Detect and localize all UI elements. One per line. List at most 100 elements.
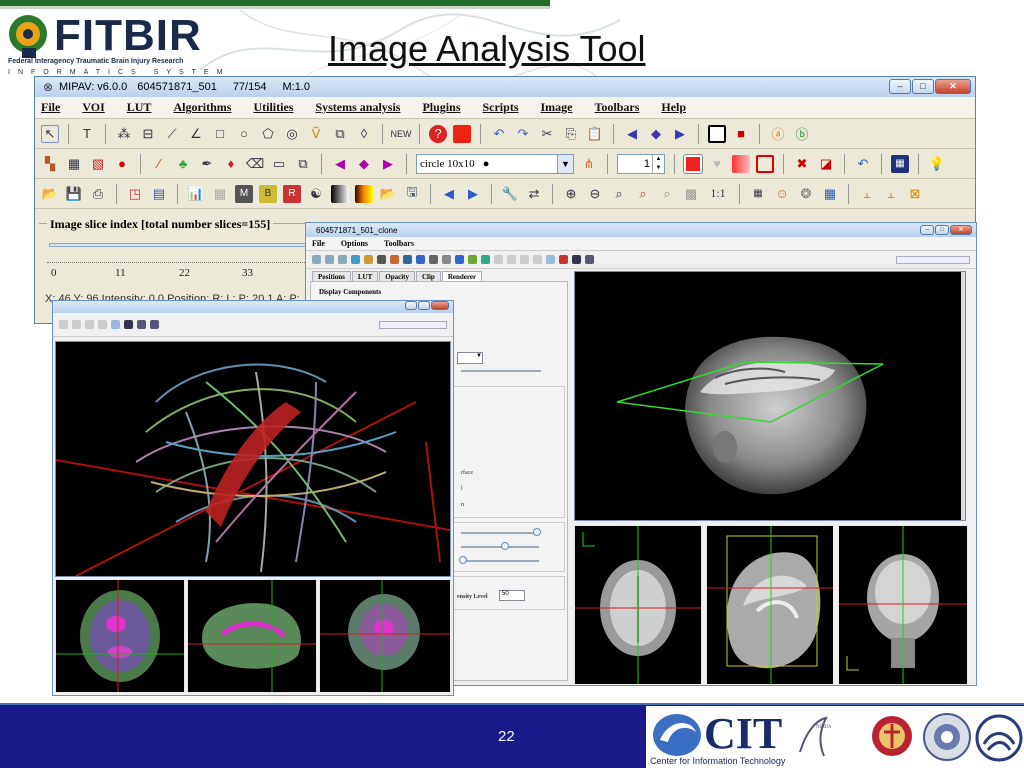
minimize-button[interactable]: –	[889, 79, 911, 94]
mini-tool-icon[interactable]	[390, 255, 399, 264]
ratio-label[interactable]: 1:1	[706, 185, 730, 203]
clone-menu-file[interactable]: File	[312, 239, 325, 248]
menu-image[interactable]: Image	[540, 100, 572, 115]
wrench-icon[interactable]: 🔧	[501, 185, 519, 203]
mini-tool-icon[interactable]	[338, 255, 347, 264]
brush-icon[interactable]: ⁄	[150, 155, 168, 173]
split-line-icon[interactable]: ⊟	[139, 125, 157, 143]
intensity-spinner[interactable]: 1 ▲ ▼	[617, 153, 665, 174]
close-button[interactable]: ✕	[935, 79, 971, 94]
dropper-icon[interactable]: ✒	[198, 155, 216, 173]
gradient-icon[interactable]	[732, 154, 750, 173]
renderer-slider[interactable]	[461, 370, 541, 372]
paint-mask-icon[interactable]: ▦	[65, 155, 83, 173]
menu-algorithms[interactable]: Algorithms	[173, 100, 231, 115]
maximize-button[interactable]: □	[912, 79, 934, 94]
mini-tool-icon[interactable]	[150, 320, 159, 329]
dti-close-button[interactable]	[431, 301, 449, 310]
clone-maximize-button[interactable]: □	[935, 225, 949, 235]
dti-axial-view[interactable]	[55, 579, 185, 693]
dti-minimize-button[interactable]	[405, 301, 417, 310]
paint-can-icon[interactable]: ♣	[174, 155, 192, 173]
menu-plugins[interactable]: Plugins	[422, 100, 460, 115]
sagittal-slice-view[interactable]	[706, 525, 834, 685]
tri-planar-icon[interactable]: ⫠	[858, 185, 876, 203]
mini-tool-icon[interactable]	[403, 255, 412, 264]
color-brush-icon[interactable]: ⋔	[580, 155, 598, 173]
mini-tool-icon[interactable]	[364, 255, 373, 264]
slider-1-knob[interactable]	[533, 528, 541, 536]
clone-titlebar[interactable]: 604571871_501_clone – □ ✕	[306, 223, 976, 237]
mini-tool-icon[interactable]	[455, 255, 464, 264]
paint-dot-icon[interactable]: ●	[113, 155, 131, 173]
spinner-arrows-icon[interactable]: ▲ ▼	[652, 154, 664, 173]
mini-tool-icon[interactable]	[520, 255, 529, 264]
menu-file[interactable]: File	[41, 100, 60, 115]
pointer-icon[interactable]: ↖	[41, 124, 59, 143]
slider-2-knob[interactable]	[501, 542, 509, 550]
zoom-in-icon[interactable]: ⊕	[562, 185, 580, 203]
cut-icon[interactable]: ✂	[538, 125, 556, 143]
mini-tool-icon[interactable]	[351, 255, 360, 264]
table-icon[interactable]: ▦	[211, 185, 229, 203]
point-icon[interactable]: ⁂	[115, 125, 133, 143]
commit-mask-icon[interactable]: ◪	[817, 155, 835, 173]
paint-grow-icon[interactable]: ▚	[41, 155, 59, 173]
menu-voi[interactable]: VOI	[82, 100, 104, 115]
paint-prev-icon[interactable]: ◀	[331, 155, 349, 173]
paint-next-icon[interactable]: ▶	[379, 155, 397, 173]
menu-help[interactable]: Help	[661, 100, 686, 115]
mini-tool-icon[interactable]	[416, 255, 425, 264]
clone-menu-options[interactable]: Options	[341, 239, 368, 248]
mini-tool-icon[interactable]	[507, 255, 516, 264]
copy-icon[interactable]: ⎘	[562, 125, 580, 143]
axial-slice-view[interactable]	[574, 525, 702, 685]
zoom-out-icon[interactable]: ⊖	[586, 185, 604, 203]
slice-slider-track[interactable]	[49, 243, 309, 247]
levelset-icon[interactable]: ◎	[283, 125, 301, 143]
save-icon[interactable]: 💾	[65, 185, 83, 203]
mini-tool-icon[interactable]	[85, 320, 94, 329]
new-voi-icon[interactable]: NEW	[391, 125, 412, 143]
mini-tool-icon[interactable]	[377, 255, 386, 264]
multi-frame-icon[interactable]: ▤	[150, 185, 168, 203]
ellipse-icon[interactable]: ○	[235, 125, 253, 143]
intensity-level-input[interactable]: 50	[499, 590, 525, 601]
paint-both-icon[interactable]: ◆	[355, 155, 373, 173]
checker-icon[interactable]: ▩	[682, 185, 700, 203]
brush-size-select[interactable]: circle 10x10 ● ▼	[416, 153, 574, 174]
voi-color-icon[interactable]	[453, 124, 471, 143]
eraser-icon[interactable]: ⌫	[246, 155, 264, 173]
slider-2-track[interactable]	[461, 546, 539, 548]
erase-slice-icon[interactable]: ▭	[270, 155, 288, 173]
zoom-fit-icon[interactable]: ⌕	[634, 185, 652, 203]
ungroup-voi-icon[interactable]: ⓑ	[793, 125, 811, 143]
rect-3d-icon[interactable]: ⧉	[331, 125, 349, 143]
swap-icon[interactable]: ⇄	[525, 185, 543, 203]
paste-icon[interactable]: 📋	[586, 125, 604, 143]
slider-3-track[interactable]	[461, 560, 539, 562]
mini-tool-icon[interactable]	[124, 320, 133, 329]
mini-tool-icon[interactable]	[572, 255, 581, 264]
commit-paint-icon[interactable]: ✖	[793, 155, 811, 173]
mini-tool-icon[interactable]	[325, 255, 334, 264]
mini-tool-icon[interactable]	[546, 255, 555, 264]
group-voi-icon[interactable]: ⓐ	[769, 125, 787, 143]
lut-r-icon[interactable]: R	[283, 184, 301, 203]
voi-both-icon[interactable]: ◆	[647, 125, 665, 143]
undo-paint-icon[interactable]: ↶	[854, 155, 872, 173]
arrow-right-icon[interactable]: ▶	[464, 185, 482, 203]
mini-tool-icon[interactable]	[312, 255, 321, 264]
grid-icon[interactable]: ▦	[821, 185, 839, 203]
renderer-select[interactable]: ▼	[457, 352, 483, 364]
tri-planar-2-icon[interactable]: ⫠	[882, 185, 900, 203]
mini-tool-icon[interactable]	[442, 255, 451, 264]
mini-tool-icon[interactable]	[98, 320, 107, 329]
mini-tool-icon[interactable]	[59, 320, 68, 329]
fill-voi-icon[interactable]	[708, 124, 726, 143]
matrix-icon[interactable]: ▦	[749, 185, 767, 203]
lightbulb-icon[interactable]: 💡	[928, 155, 946, 173]
fill-icon[interactable]: ♦	[222, 155, 240, 173]
tri-planar-close-icon[interactable]: ⊠	[906, 185, 924, 203]
mini-tool-icon[interactable]	[481, 255, 490, 264]
